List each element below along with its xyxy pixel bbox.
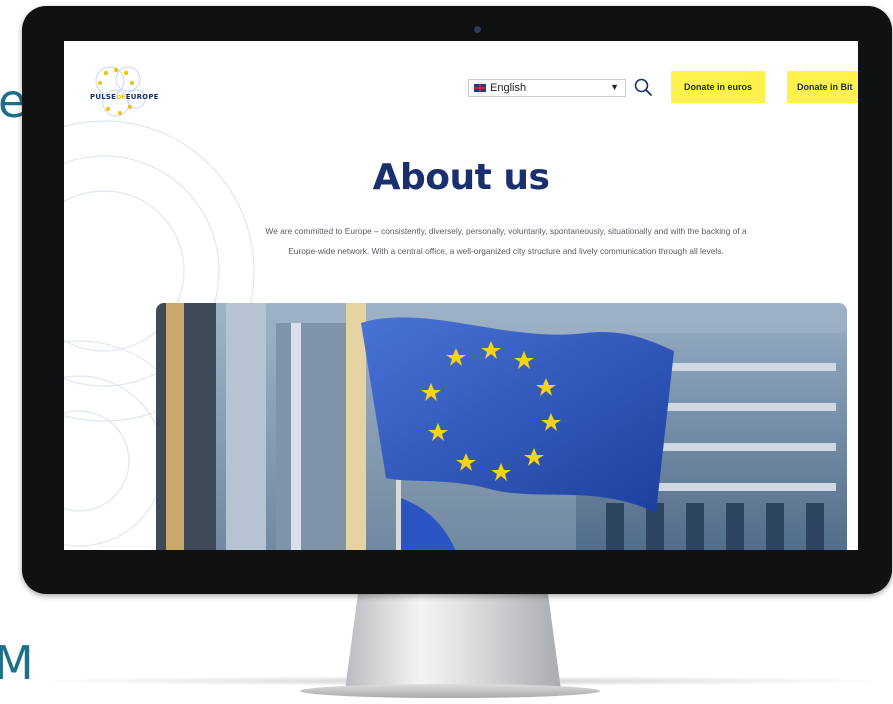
monitor-stand <box>345 594 561 690</box>
logo-text-of: OF <box>116 94 126 101</box>
eu-flags-parliament-photo <box>156 303 847 550</box>
language-select[interactable]: English ▼ <box>468 79 626 97</box>
monitor-stand-base <box>300 684 600 698</box>
donate-bitcoin-button[interactable]: Donate in Bit <box>787 71 858 103</box>
search-icon[interactable] <box>633 77 653 97</box>
logo-wordmark: PULSEOFEUROPE <box>90 93 159 101</box>
logo-circles-icon <box>95 66 146 117</box>
hero-image <box>156 303 847 550</box>
dropdown-caret-icon: ▼ <box>610 82 619 92</box>
uk-flag-icon <box>474 84 486 92</box>
logo-text-pulse: PULSE <box>90 93 117 101</box>
page-title: About us <box>372 157 550 198</box>
language-select-value: English <box>490 82 527 94</box>
monitor-screen: PULSEOFEUROPE English ▼ Donate in euros … <box>64 41 858 550</box>
intro-paragraph: We are committed to Europe – consistentl… <box>265 226 747 256</box>
background-letter-m: M <box>0 636 34 690</box>
webcam-dot <box>474 26 481 33</box>
pulse-of-europe-logo[interactable]: PULSEOFEUROPE <box>86 59 159 121</box>
donate-euros-button[interactable]: Donate in euros <box>671 71 765 103</box>
logo-text-europe: EUROPE <box>125 93 159 101</box>
